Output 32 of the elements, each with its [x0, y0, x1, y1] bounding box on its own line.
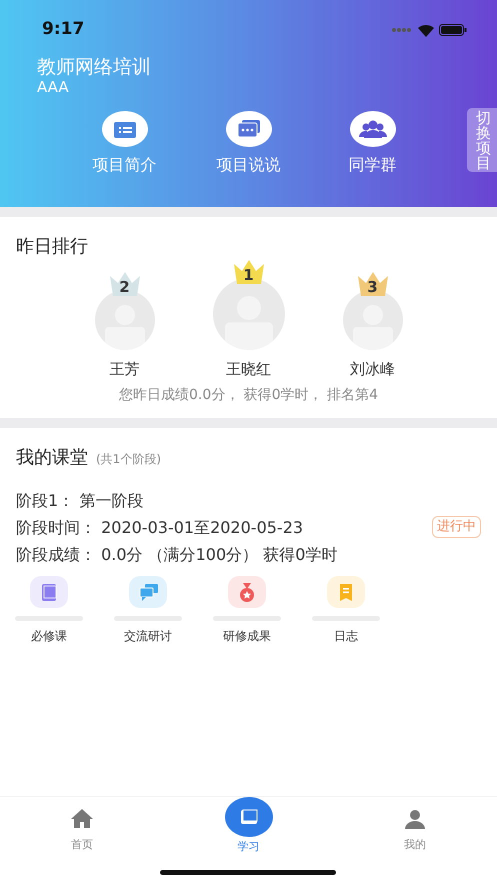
- home-icon: [70, 807, 94, 831]
- status-time: 9:17: [42, 18, 84, 42]
- person-name: 王晓红: [226, 359, 271, 380]
- stage-name: 阶段1： 第一阶段: [16, 490, 144, 512]
- wifi-icon: [417, 24, 435, 36]
- switch-project-button[interactable]: 切换项目: [467, 108, 497, 172]
- feature-tile[interactable]: 必修课: [10, 576, 88, 644]
- stage-score: 阶段成绩： 0.0分 （满分100分） 获得0学时: [16, 544, 338, 566]
- stage-count: (共1个阶段): [96, 450, 161, 468]
- stage-time: 阶段时间： 2020-03-01至2020-05-23: [16, 516, 304, 538]
- person-name: 刘冰峰: [350, 359, 395, 380]
- tab-item[interactable]: 我的: [345, 797, 485, 879]
- shortcut-button[interactable]: 同学群: [312, 111, 432, 178]
- person-name: 王芳: [110, 359, 140, 380]
- status-badge: 进行中: [432, 516, 481, 538]
- battery-icon: [439, 24, 467, 36]
- section-title: 昨日排行: [16, 235, 89, 259]
- section-title: 我的课堂: [16, 446, 88, 470]
- feature-tile[interactable]: 日志: [307, 576, 385, 644]
- feature-tile[interactable]: 交流研讨: [109, 576, 187, 644]
- rank-number: 1: [243, 268, 254, 286]
- rank-number: 3: [367, 280, 378, 298]
- app-title: 教师网络培训: [37, 56, 152, 79]
- shortcut-button[interactable]: 项目说说: [188, 111, 308, 178]
- ranking-summary: 您昨日成绩0.0分， 获得0学时， 排名第4: [118, 386, 379, 404]
- shortcut-button[interactable]: 项目简介: [64, 111, 184, 178]
- signal-icon: [391, 27, 413, 33]
- feature-tile[interactable]: 研修成果: [208, 576, 286, 644]
- rank-number: 2: [119, 280, 130, 298]
- user-name: AAA: [37, 78, 70, 96]
- tab-item[interactable]: 首页: [12, 797, 152, 879]
- person-icon: [403, 807, 427, 831]
